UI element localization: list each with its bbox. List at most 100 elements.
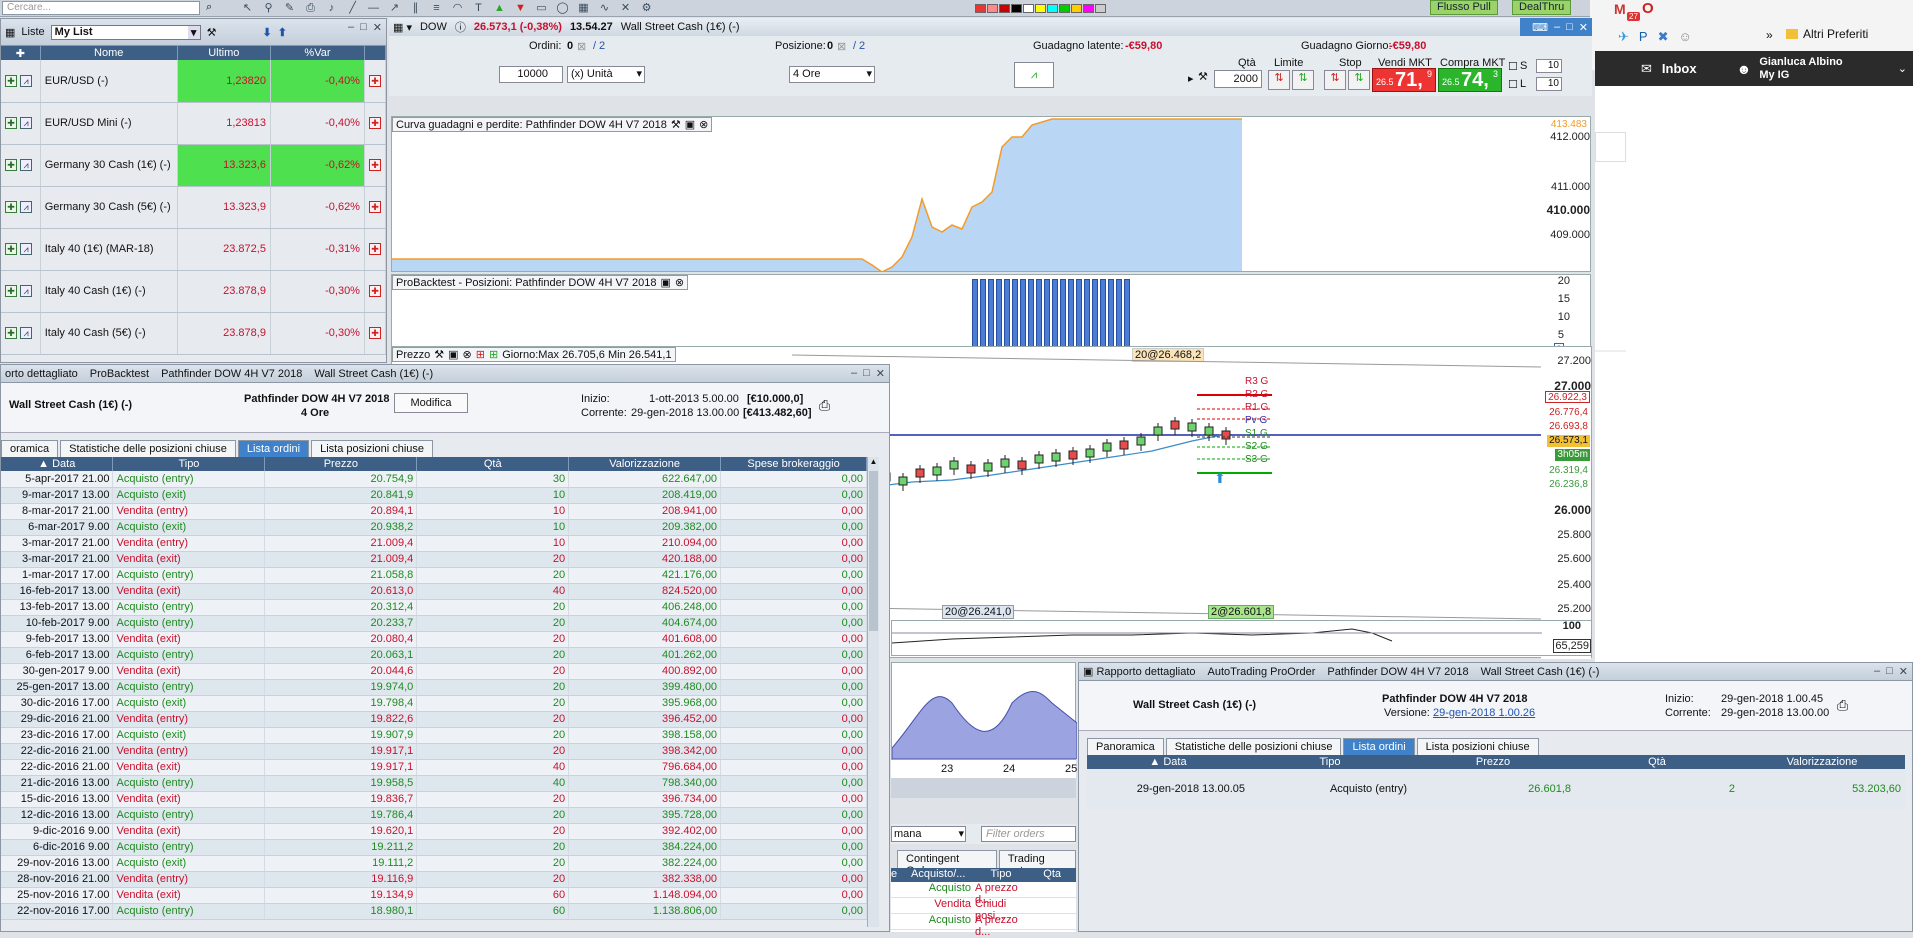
modifica-button[interactable]: Modifica: [394, 393, 468, 413]
table-row[interactable]: 6-dic-2016 9.00 Acquisto (entry) 19.211,…: [1, 839, 867, 856]
color-swatch[interactable]: [975, 4, 986, 13]
l-checkbox[interactable]: ☐: [1508, 78, 1518, 91]
watchlist-row[interactable]: ✚ ⩘ Italy 40 Cash (5€) (-) 23.878,9 -0,3…: [1, 312, 387, 355]
sell-icon[interactable]: ✚: [368, 201, 381, 213]
col-valore[interactable]: Valorizzazione: [1739, 755, 1905, 769]
cancel-icon[interactable]: ⊠: [837, 40, 846, 53]
quantity-input[interactable]: 10000: [499, 66, 563, 83]
color-swatch[interactable]: [1047, 4, 1058, 13]
magnifier-icon[interactable]: ⌕: [206, 1, 212, 14]
report-tab[interactable]: ProBacktest: [90, 368, 149, 380]
tab-trading-auto[interactable]: Trading autor: [998, 850, 1076, 877]
minimize-icon[interactable]: –: [1554, 21, 1560, 33]
line-icon[interactable]: ╱: [345, 2, 360, 14]
table-row[interactable]: 9-feb-2017 13.00 Vendita (exit) 20.080,4…: [1, 631, 867, 648]
inbox-link[interactable]: Inbox: [1662, 61, 1697, 76]
s-input[interactable]: 10: [1536, 59, 1562, 73]
chart-menu-icon[interactable]: ▦ ▾: [393, 21, 412, 34]
cancel-icon[interactable]: ⊠: [577, 40, 586, 53]
watchlist-row[interactable]: ✚ ⩘ Germany 30 Cash (1€) (-) 13.323,6 -0…: [1, 144, 387, 187]
col-last[interactable]: Ultimo: [177, 46, 271, 60]
col-data[interactable]: ▲ Data: [1, 457, 114, 471]
row-alert[interactable]: ✚: [364, 312, 387, 355]
table-row[interactable]: 25-gen-2017 13.00 Acquisto (entry) 19.97…: [1, 679, 867, 696]
l-input[interactable]: 10: [1536, 77, 1562, 91]
chevron-down-icon[interactable]: ▾: [866, 67, 872, 82]
row-alert[interactable]: ✚: [364, 102, 387, 145]
col-data[interactable]: ▲ Data: [1087, 755, 1249, 769]
table-row[interactable]: 9-dic-2016 9.00 Vendita (exit) 19.620,1 …: [1, 823, 867, 840]
col-prezzo[interactable]: Prezzo: [1411, 755, 1575, 769]
fib-icon[interactable]: ≡: [429, 2, 444, 14]
dealthru-button[interactable]: DealThru: [1512, 0, 1572, 15]
table-row[interactable]: 15-dic-2016 13.00 Vendita (exit) 19.836,…: [1, 791, 867, 808]
buy-market-button[interactable]: 26.5 74, 3: [1438, 68, 1502, 92]
sell-icon[interactable]: ✚: [368, 285, 381, 297]
info-icon[interactable]: ⓘ: [455, 19, 466, 35]
table-row[interactable]: 9-mar-2017 13.00 Acquisto (exit) 20.841,…: [1, 487, 867, 504]
stop-buy-button[interactable]: ⇅: [1324, 70, 1346, 90]
table-row[interactable]: 21-dic-2016 13.00 Acquisto (entry) 19.95…: [1, 775, 867, 792]
paypal-icon[interactable]: P: [1639, 29, 1648, 45]
col-qta[interactable]: Qtà: [1575, 755, 1739, 769]
color-swatch[interactable]: [987, 4, 998, 13]
tab-stats[interactable]: Statistiche delle posizioni chiuse: [60, 440, 236, 457]
tab-lista-posizioni[interactable]: Lista posizioni chiuse: [311, 440, 434, 457]
sell-icon[interactable]: ✚: [368, 117, 381, 129]
x-app-icon[interactable]: ✖: [1658, 29, 1669, 45]
ordini-x[interactable]: 2: [599, 40, 605, 52]
print-icon[interactable]: ⎙: [819, 397, 830, 414]
orders-col[interactable]: Acquisto/...: [911, 868, 971, 882]
table-row[interactable]: 30-dic-2016 17.00 Acquisto (exit) 19.798…: [1, 695, 867, 712]
table-row[interactable]: 10-feb-2017 9.00 Acquisto (entry) 20.233…: [1, 615, 867, 632]
wave-icon[interactable]: ∿: [597, 2, 612, 14]
table-row[interactable]: 1-mar-2017 17.00 Acquisto (entry) 21.058…: [1, 567, 867, 584]
ordini-value[interactable]: 0: [567, 40, 573, 52]
orders-col[interactable]: e: [891, 868, 911, 882]
color-swatch[interactable]: [1071, 4, 1082, 13]
user-block[interactable]: Gianluca Albino My IG: [1759, 56, 1842, 82]
report-tab[interactable]: Pathfinder DOW 4H V7 2018: [161, 368, 302, 380]
table-row[interactable]: 6-feb-2017 13.00 Acquisto (entry) 20.063…: [1, 647, 867, 664]
sell-icon[interactable]: ✚: [368, 74, 381, 87]
row-icons[interactable]: ✚ ⩘: [1, 312, 41, 355]
minimize-icon[interactable]: –: [348, 21, 354, 34]
table-row[interactable]: 12-dic-2016 13.00 Acquisto (entry) 19.78…: [1, 807, 867, 824]
list-item[interactable]: Vendita Chiudi posi...: [891, 898, 1076, 922]
channel-icon[interactable]: ∥: [408, 2, 423, 14]
maximize-icon[interactable]: □: [360, 21, 367, 34]
gear-tool-icon[interactable]: ⚙: [639, 2, 654, 14]
table-row[interactable]: 30-gen-2017 9.00 Vendita (exit) 20.044,6…: [1, 663, 867, 680]
rect-icon[interactable]: ▭: [534, 2, 549, 14]
hline-icon[interactable]: —: [366, 2, 381, 14]
table-row[interactable]: 22-dic-2016 21.00 Vendita (entry) 19.917…: [1, 743, 867, 760]
orders-col[interactable]: Qta: [1031, 868, 1061, 882]
table-row[interactable]: 16-feb-2017 13.00 Vendita (exit) 20.613,…: [1, 583, 867, 600]
grid-icon[interactable]: ▦: [576, 2, 591, 14]
ellipse-icon[interactable]: ◯: [555, 2, 570, 14]
row-alert[interactable]: ✚: [364, 228, 387, 271]
report-tab[interactable]: orto dettagliato: [5, 368, 78, 380]
chevron-down-icon[interactable]: ▾: [958, 827, 964, 841]
limit-buy-button[interactable]: ⇅: [1268, 70, 1290, 90]
sell-market-button[interactable]: 26.5 71, 9: [1372, 68, 1436, 92]
tab-lista-ordini[interactable]: Lista ordini: [237, 440, 310, 457]
plus-icon[interactable]: ✚: [5, 285, 17, 297]
chart-icon[interactable]: ⩘: [20, 159, 33, 171]
text-icon[interactable]: T: [471, 2, 486, 14]
unit-select[interactable]: (x) Unità ▾: [567, 66, 645, 83]
close-icon[interactable]: ✕: [876, 367, 885, 380]
tab-stats[interactable]: Statistiche delle posizioni chiuse: [1165, 738, 1342, 755]
table-row[interactable]: 5-apr-2017 21.00 Acquisto (entry) 20.754…: [1, 471, 867, 488]
filter-orders-input[interactable]: Filter orders: [981, 826, 1076, 842]
report-tab[interactable]: Wall Street Cash (1€) (-): [314, 368, 433, 380]
telegram-icon[interactable]: ✈: [1618, 29, 1629, 45]
list-selector[interactable]: My List ▾: [50, 24, 201, 40]
color-swatch[interactable]: [1059, 4, 1070, 13]
table-row[interactable]: 22-nov-2016 17.00 Acquisto (entry) 18.98…: [1, 903, 867, 920]
table-row[interactable]: 8-mar-2017 21.00 Vendita (entry) 20.894,…: [1, 503, 867, 520]
close-icon[interactable]: ✕: [1579, 21, 1588, 34]
altri-preferiti-link[interactable]: Altri Preferiti: [1803, 27, 1868, 41]
period-select[interactable]: mana ▾: [891, 826, 966, 842]
indicator-icon[interactable]: ⩘: [1014, 62, 1054, 88]
